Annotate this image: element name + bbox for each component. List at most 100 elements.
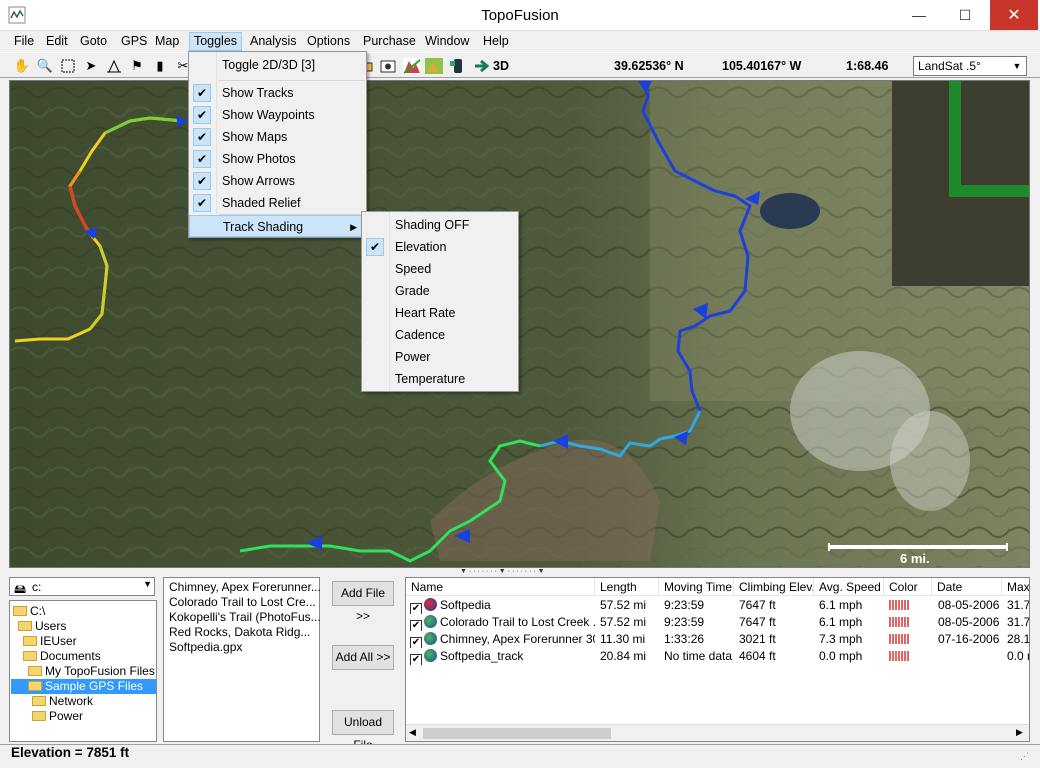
select-rect-icon[interactable]: [58, 56, 78, 76]
add-file-button[interactable]: Add File >>: [332, 581, 394, 623]
submenu-item-shading-off[interactable]: Shading OFF: [362, 214, 518, 236]
menu-item-toggle-2d3d[interactable]: Toggle 2D/3D [3]: [189, 54, 366, 76]
cell-climbing: 7647 ft: [739, 598, 776, 612]
gps-device-icon[interactable]: [447, 56, 467, 76]
relief-icon[interactable]: [402, 56, 422, 76]
map-view[interactable]: 6 mi.: [9, 80, 1030, 568]
waypoint-icon[interactable]: ▮: [150, 56, 170, 76]
table-row[interactable]: ✔ Softpedia_track: [410, 648, 595, 665]
menu-item-show-arrows[interactable]: ✔ Show Arrows: [189, 170, 366, 192]
checkbox[interactable]: ✔: [410, 654, 422, 665]
cell-date: 07-16-2006: [938, 632, 1000, 646]
mode-3d-label[interactable]: 3D: [493, 59, 509, 73]
column-header-length[interactable]: Length: [595, 578, 659, 596]
submenu-item-grade[interactable]: Grade: [362, 280, 518, 302]
file-item[interactable]: Kokopelli's Trail (PhotoFus...: [169, 610, 321, 625]
column-header-name[interactable]: Name: [406, 578, 595, 596]
tree-folder[interactable]: Power: [32, 709, 83, 724]
column-header-date[interactable]: Date: [932, 578, 1002, 596]
menu-item-show-maps[interactable]: ✔ Show Maps: [189, 126, 366, 148]
resize-grip-icon[interactable]: ⋰: [1020, 751, 1034, 765]
checkbox[interactable]: ✔: [410, 603, 422, 614]
tree-folder[interactable]: C:\: [13, 604, 45, 619]
tree-folder[interactable]: Users: [18, 619, 66, 634]
tree-folder[interactable]: Network: [32, 694, 93, 709]
maximize-button[interactable]: ☐: [942, 0, 988, 30]
menu-item-shaded-relief[interactable]: ✔ Shaded Relief: [189, 192, 366, 214]
hand-icon[interactable]: ✋: [12, 56, 32, 76]
unload-file-button[interactable]: Unload File: [332, 710, 394, 752]
cell-color[interactable]: [889, 597, 909, 614]
menu-help[interactable]: Help: [483, 33, 509, 50]
submenu-item-power[interactable]: Power: [362, 346, 518, 368]
submenu-item-speed[interactable]: Speed: [362, 258, 518, 280]
horizontal-scrollbar[interactable]: ◀ ▶: [406, 724, 1029, 741]
splitter-handle[interactable]: ▼ · · · · · · · ▼ · · · · · · · ▼: [460, 568, 580, 575]
drive-icon: 🖴: [14, 582, 27, 596]
tree-folder[interactable]: IEUser: [23, 634, 77, 649]
zoom-icon[interactable]: 🔍: [35, 56, 55, 76]
table-row[interactable]: ✔ Chimney, Apex Forerunner 30...: [410, 631, 595, 648]
menu-item-show-waypoints[interactable]: ✔ Show Waypoints: [189, 104, 366, 126]
cell-color[interactable]: [889, 614, 909, 631]
globe-icon: [424, 598, 437, 611]
map-type-select[interactable]: LandSat .5° ▼: [913, 56, 1027, 76]
flag-icon[interactable]: ⚑: [127, 56, 147, 76]
submenu-item-elevation[interactable]: ✔ Elevation: [362, 236, 518, 258]
add-all-button[interactable]: Add All >>: [332, 645, 394, 670]
column-header-climbing[interactable]: Climbing Elev.: [734, 578, 814, 596]
chevron-down-icon[interactable]: ▼: [1010, 58, 1024, 74]
menu-edit[interactable]: Edit: [46, 33, 68, 50]
menu-item-show-tracks[interactable]: ✔ Show Tracks: [189, 82, 366, 104]
scroll-right-icon[interactable]: ▶: [1016, 727, 1023, 738]
arrow-icon[interactable]: [472, 56, 492, 76]
menu-gps[interactable]: GPS: [121, 33, 147, 50]
menu-file[interactable]: File: [14, 33, 34, 50]
check-icon: ✔: [366, 238, 384, 256]
file-item[interactable]: Chimney, Apex Forerunner...: [169, 580, 321, 595]
checkbox[interactable]: ✔: [410, 637, 422, 648]
column-header-max[interactable]: Max: [1002, 578, 1029, 596]
table-row[interactable]: ✔ Colorado Trail to Lost Creek ...: [410, 614, 595, 631]
menu-toggles[interactable]: Toggles: [189, 32, 242, 51]
column-header-color[interactable]: Color: [884, 578, 932, 596]
drive-select[interactable]: 🖴 c: ▼: [9, 577, 155, 596]
scrollbar-thumb[interactable]: [423, 728, 611, 739]
map-relief-icon[interactable]: [424, 56, 444, 76]
close-button[interactable]: ✕: [990, 0, 1038, 30]
column-header-avg-speed[interactable]: Avg. Speed: [814, 578, 884, 596]
menu-goto[interactable]: Goto: [80, 33, 107, 50]
submenu-item-cadence[interactable]: Cadence: [362, 324, 518, 346]
checkbox[interactable]: ✔: [410, 620, 422, 631]
file-item[interactable]: Colorado Trail to Lost Cre...: [169, 595, 316, 610]
folder-tree: C:\ Users IEUser Documents My TopoFusion…: [9, 600, 157, 742]
tree-folder[interactable]: Documents: [23, 649, 101, 664]
menu-item-show-photos[interactable]: ✔ Show Photos: [189, 148, 366, 170]
submenu-item-heart-rate[interactable]: Heart Rate: [362, 302, 518, 324]
latitude-readout: 39.62536° N: [614, 59, 684, 73]
minimize-button[interactable]: —: [896, 0, 942, 30]
column-header-moving-time[interactable]: Moving Time: [659, 578, 734, 596]
menu-map[interactable]: Map: [155, 33, 179, 50]
menu-options[interactable]: Options: [307, 33, 350, 50]
submenu-item-temperature[interactable]: Temperature: [362, 368, 518, 390]
menu-purchase[interactable]: Purchase: [363, 33, 416, 50]
menu-analysis[interactable]: Analysis: [250, 33, 297, 50]
cell-color[interactable]: [889, 648, 909, 665]
table-row[interactable]: ✔ Softpedia: [410, 597, 595, 614]
tree-folder[interactable]: My TopoFusion Files: [28, 664, 155, 679]
chevron-down-icon[interactable]: ▼: [143, 579, 152, 589]
cell-max: 31.7: [1007, 598, 1030, 612]
scroll-left-icon[interactable]: ◀: [409, 727, 416, 738]
cell-color[interactable]: [889, 631, 909, 648]
cell-moving-time: 9:23:59: [664, 615, 705, 629]
pointer-icon[interactable]: ➤: [81, 56, 101, 76]
menu-item-track-shading[interactable]: Track Shading ▶: [189, 215, 366, 237]
measure-icon[interactable]: [104, 56, 124, 76]
cell-avg-speed: 6.1 mph: [819, 598, 863, 612]
file-item[interactable]: Softpedia.gpx: [169, 640, 242, 655]
photo-icon[interactable]: [378, 56, 398, 76]
menu-window[interactable]: Window: [425, 33, 469, 50]
file-item[interactable]: Red Rocks, Dakota Ridg...: [169, 625, 310, 640]
tree-folder-selected[interactable]: Sample GPS Files: [11, 679, 156, 694]
